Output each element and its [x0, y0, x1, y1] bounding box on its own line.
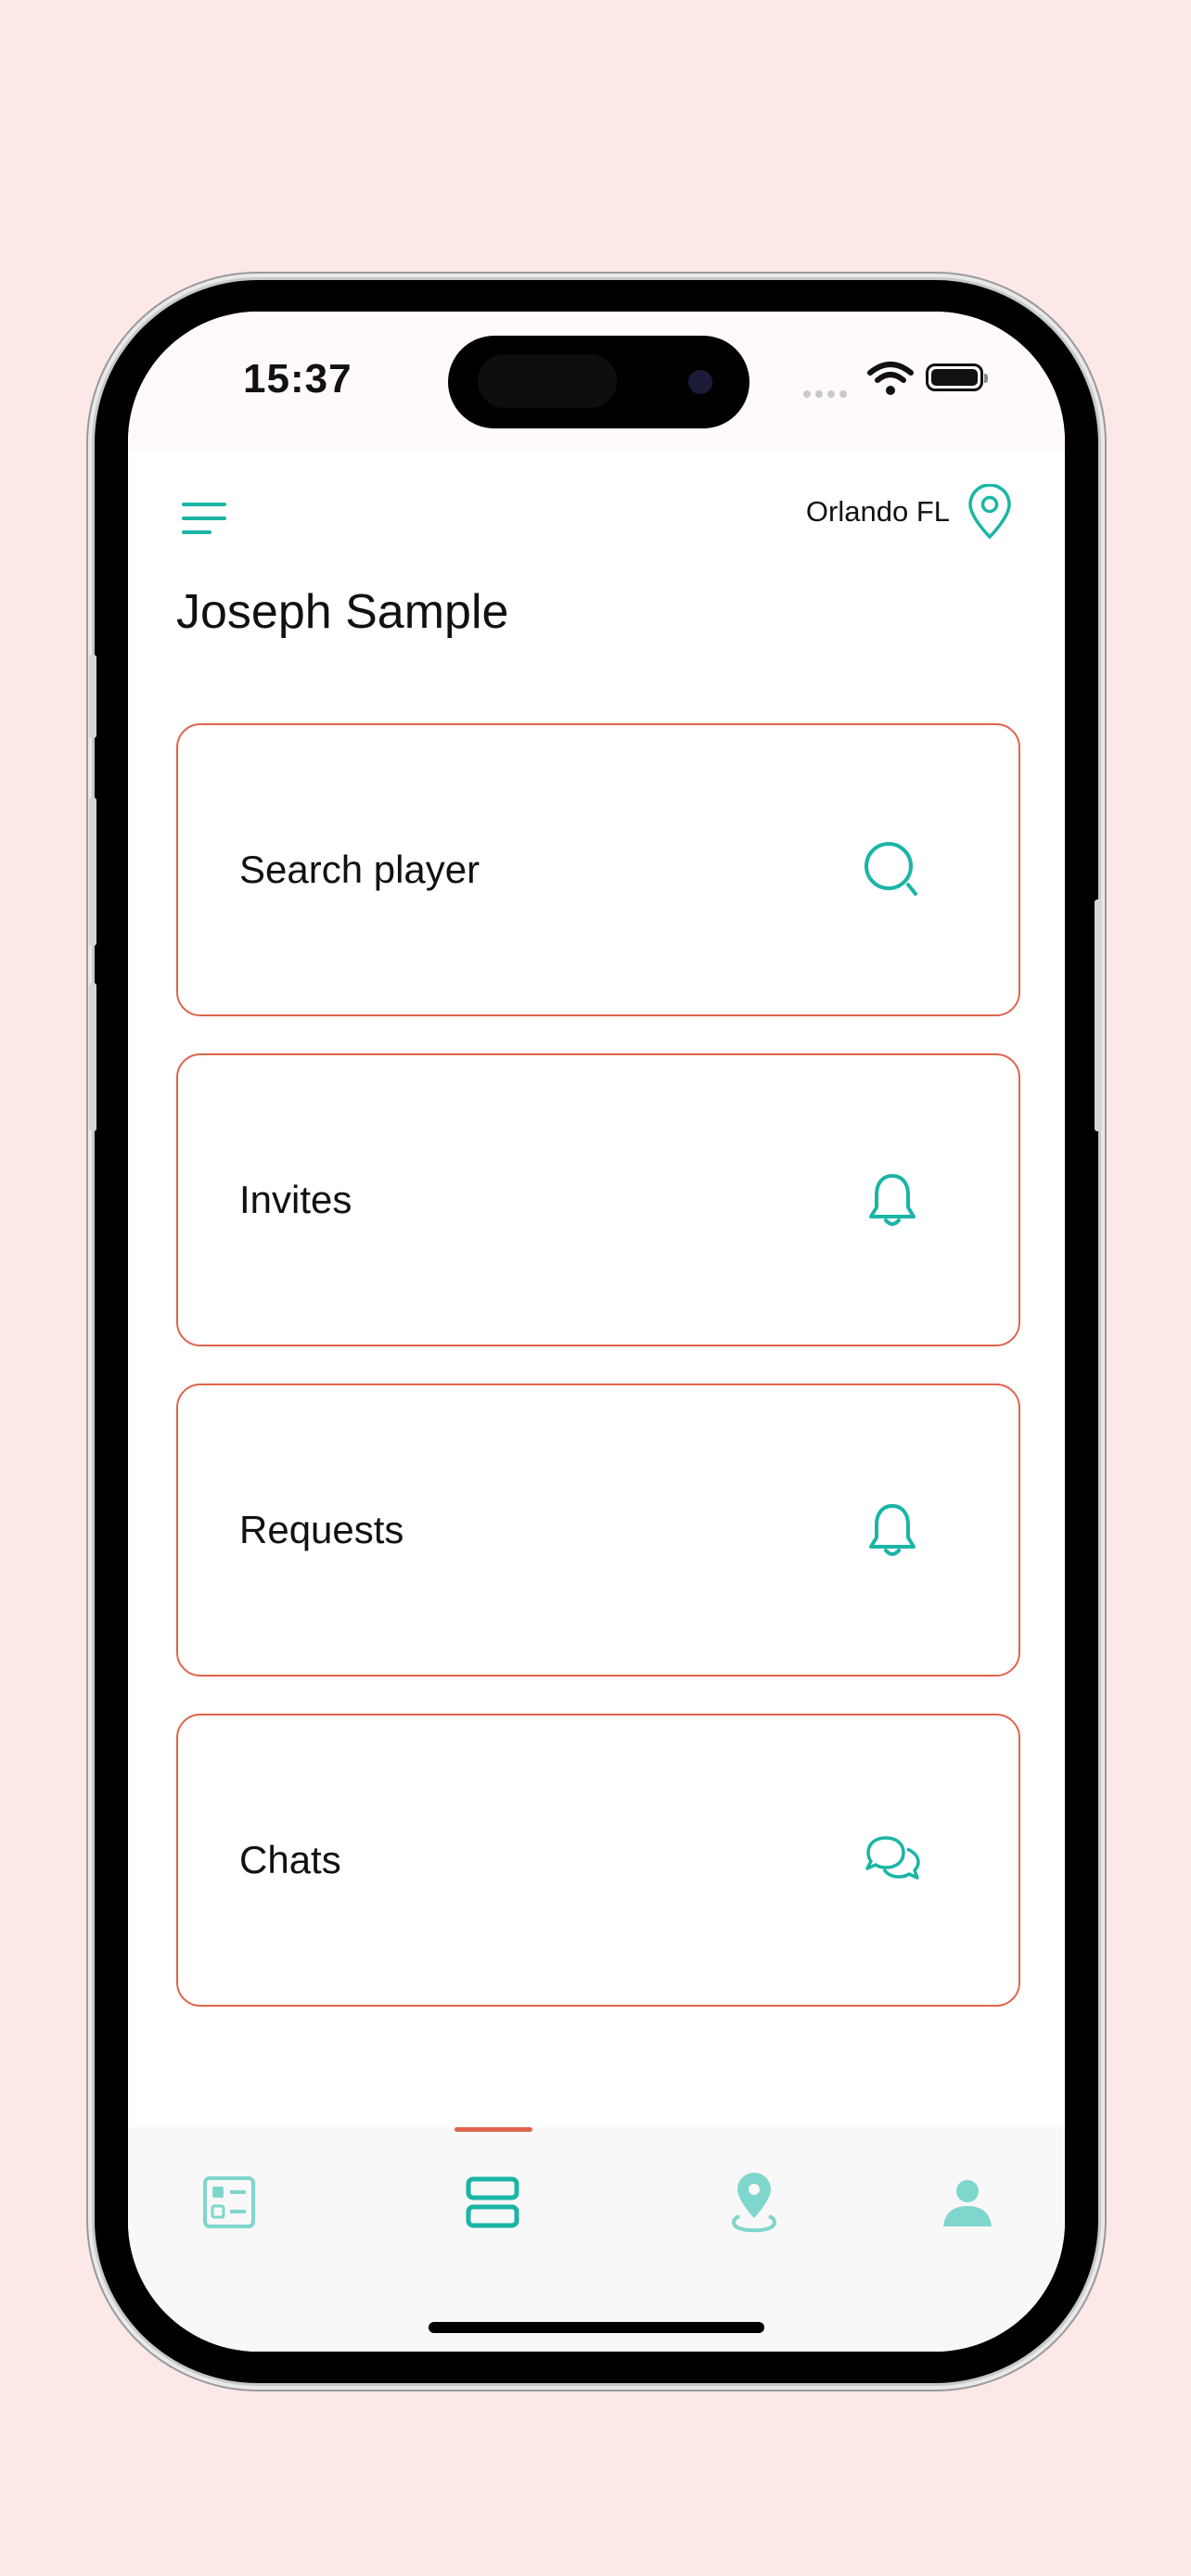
- card-label: Requests: [239, 1508, 404, 1551]
- volume-down-button: [89, 983, 96, 1131]
- user-name-title: Joseph Sample: [176, 585, 509, 639]
- chat-bubbles-icon: [865, 1836, 920, 1880]
- volume-up-button: [89, 797, 96, 946]
- tab-home[interactable]: [460, 2170, 525, 2235]
- silent-switch: [89, 655, 96, 738]
- card-label: Chats: [239, 1838, 341, 1881]
- wifi-icon: [867, 362, 914, 395]
- status-time: 15:37: [243, 356, 352, 402]
- search-player-card[interactable]: Search player: [176, 723, 1020, 1016]
- checklist-icon: [203, 2176, 255, 2228]
- bottom-tab-bar: [128, 2127, 1065, 2352]
- card-label: Invites: [239, 1178, 352, 1221]
- dynamic-island: [448, 336, 749, 428]
- rows-icon: [466, 2176, 519, 2228]
- tab-profile[interactable]: [935, 2170, 1000, 2235]
- location-selector[interactable]: Orlando FL: [806, 484, 1013, 540]
- card-label: Search player: [239, 848, 480, 891]
- home-indicator: [429, 2322, 764, 2333]
- profile-icon: [943, 2180, 992, 2226]
- location-label: Orlando FL: [805, 495, 950, 528]
- tab-map[interactable]: [722, 2170, 787, 2235]
- front-camera: [688, 370, 712, 394]
- map-pin-icon: [732, 2173, 776, 2233]
- battery-icon: [926, 363, 988, 391]
- tab-checklist[interactable]: [197, 2170, 262, 2235]
- status-bar: 15:37: [128, 312, 1065, 451]
- island-sensor: [478, 354, 617, 408]
- search-icon: [864, 842, 917, 896]
- chats-card[interactable]: Chats: [176, 1714, 1020, 2007]
- power-button: [1095, 899, 1102, 1131]
- active-tab-indicator: [455, 2127, 532, 2132]
- bell-icon: [869, 1174, 916, 1226]
- requests-card[interactable]: Requests: [176, 1384, 1020, 1677]
- invites-card[interactable]: Invites: [176, 1053, 1020, 1346]
- app-screen: 15:37 Orlando FL Joseph Sample Search pl…: [128, 312, 1065, 2352]
- hamburger-menu-icon[interactable]: [182, 503, 226, 536]
- signal-icon: [803, 386, 852, 402]
- location-pin-icon: [968, 484, 1011, 540]
- bell-icon: [869, 1504, 916, 1556]
